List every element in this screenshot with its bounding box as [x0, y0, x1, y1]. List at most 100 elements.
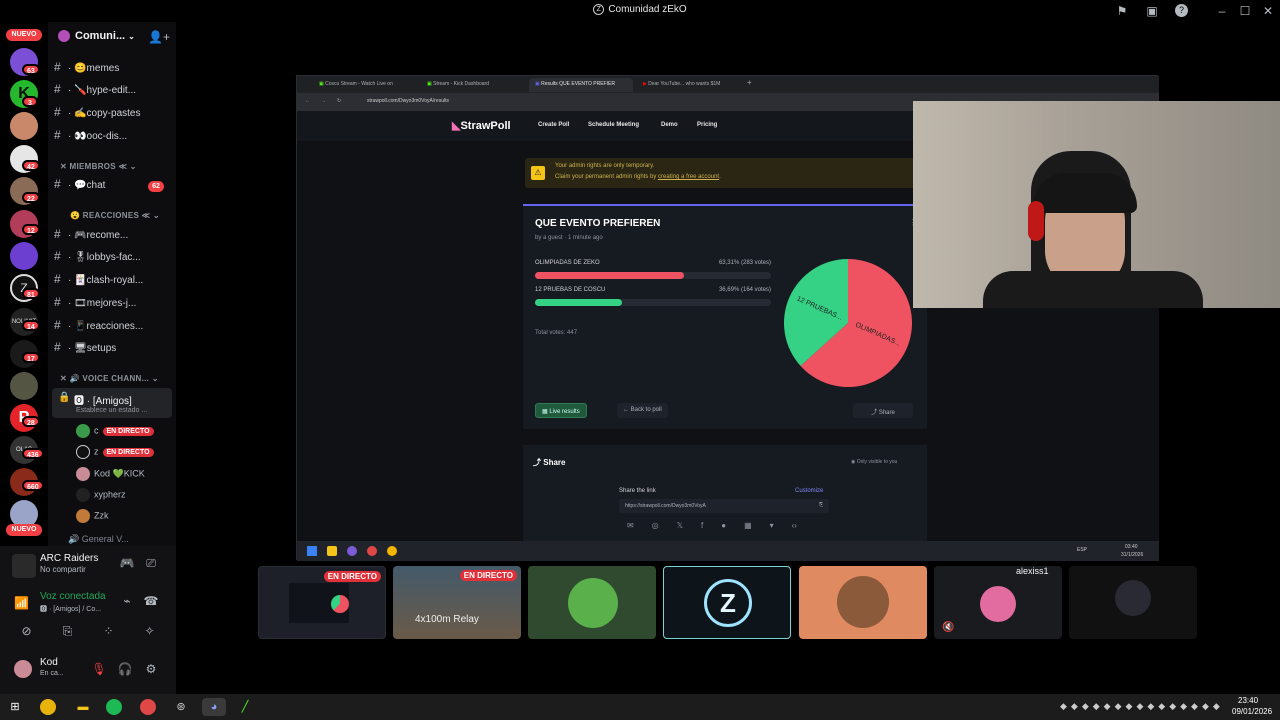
embed-icon[interactable]: ‹›: [792, 521, 797, 530]
webcam-overlay: [913, 101, 1280, 308]
voice-controls: ⊘ ⎘ ⁘ ✧: [6, 620, 170, 642]
noise-suppression-icon[interactable]: ⌁: [118, 592, 136, 610]
server-icon[interactable]: [10, 372, 38, 400]
close-icon[interactable]: ✕: [1260, 3, 1276, 19]
voice-user[interactable]: c EN DIRECTO: [76, 424, 154, 442]
channel-item[interactable]: # · 📱reacciones...: [54, 318, 170, 338]
mute-icon[interactable]: 🎙: [90, 660, 108, 678]
share-link-field[interactable]: https://strawpoll.com/Dwyo3m0VoyA ⎘: [619, 499, 829, 513]
kick-icon[interactable]: ╱: [236, 698, 254, 716]
live-results-button[interactable]: ▦ Live results: [535, 403, 587, 418]
nav-create-poll[interactable]: Create Poll: [538, 122, 569, 128]
folder-icon: [327, 546, 337, 556]
qr-code-icon[interactable]: ▦: [744, 521, 752, 530]
option-result: 63,31% (283 votes): [718, 260, 771, 266]
browser-tab[interactable]: ▣ Stream - Kick Dashboard: [421, 78, 525, 92]
category-reactions[interactable]: 😮 REACCIONES ≪ ⌄: [70, 211, 160, 220]
server-badge: 17: [22, 352, 40, 363]
voice-user[interactable]: Zzk: [76, 509, 109, 527]
nav-pricing[interactable]: Pricing: [697, 122, 717, 128]
server-header[interactable]: Comuni... ⌄: [58, 30, 135, 43]
camera-off-icon[interactable]: ⊘: [18, 622, 36, 640]
hashtag-icon: #: [54, 177, 61, 191]
new-tab-icon[interactable]: +: [747, 78, 752, 87]
facebook-icon[interactable]: f: [701, 521, 703, 530]
headphones-icon[interactable]: 🎧: [116, 660, 134, 678]
soundboard-icon[interactable]: ✧: [141, 622, 159, 640]
voice-channel[interactable]: 🔒 🅾 · [Amigos] Establece un estado ...: [52, 388, 172, 418]
create-account-link[interactable]: creating a free account: [658, 174, 719, 180]
share-options: ✉ ◎ 𝕏 f ● ▦ ▾ ‹›: [627, 521, 797, 530]
channel-item[interactable]: # · 🎖lobbys-fac...: [54, 249, 170, 269]
hashtag-icon: #: [54, 128, 61, 142]
app-icon[interactable]: ⊛: [172, 698, 190, 716]
help-icon[interactable]: ?: [1175, 4, 1188, 17]
nav-schedule-meeting[interactable]: Schedule Meeting: [588, 122, 639, 128]
screen-icon[interactable]: ▣: [1144, 3, 1160, 19]
channel-item[interactable]: # · 😊memes: [54, 60, 170, 80]
disconnect-icon[interactable]: ☎: [142, 592, 160, 610]
voice-user[interactable]: z EN DIRECTO: [76, 445, 154, 463]
chevron-down-icon: ⌄: [128, 32, 135, 41]
participant-thumb[interactable]: [799, 566, 927, 639]
twitter-icon[interactable]: 𝕏: [677, 521, 683, 530]
participant-thumb[interactable]: [1069, 566, 1197, 639]
server-icon[interactable]: [10, 112, 38, 140]
channel-item[interactable]: # · 🎞mejores-j...: [54, 295, 170, 315]
file-explorer-icon[interactable]: ▬: [74, 698, 92, 716]
browser-tab[interactable]: ▶ Dear YouTube... who wants $1M: [637, 78, 741, 92]
minimize-icon[interactable]: –: [1214, 3, 1230, 19]
nav-demo[interactable]: Demo: [661, 122, 678, 128]
strawpoll-logo[interactable]: ◣StrawPoll: [452, 119, 511, 132]
server-icon[interactable]: [10, 242, 38, 270]
back-to-poll-button[interactable]: ← Back to poll: [617, 403, 668, 418]
stream-thumb[interactable]: EN DIRECTO 4x100m Relay: [393, 566, 521, 639]
stream-thumb[interactable]: EN DIRECTO: [258, 566, 386, 639]
channel-item[interactable]: # · 🎮recome...: [54, 227, 170, 247]
chrome-icon[interactable]: [140, 699, 156, 715]
participant-thumb[interactable]: [528, 566, 656, 639]
channel-item[interactable]: # · 🃏clash-royal...: [54, 272, 170, 292]
back-icon[interactable]: ←: [305, 98, 310, 104]
voice-channel-sub[interactable]: 🅾 · [Amigos] / Co...: [40, 604, 101, 614]
screen-share-icon[interactable]: ⎚: [142, 554, 160, 572]
username[interactable]: Kod: [40, 657, 58, 668]
system-tray-icons[interactable]: ◆◆◆◆◆◆◆◆◆◆◆◆◆◆◆: [1060, 701, 1224, 712]
reddit-icon[interactable]: ●: [721, 521, 726, 530]
browser-tab-active[interactable]: ▣ Results QUE EVENTO PREFIER: [529, 78, 633, 92]
chrome-icon[interactable]: [40, 699, 56, 715]
voice-user[interactable]: xypherz: [76, 488, 126, 506]
user-avatar[interactable]: [14, 660, 32, 678]
channel-item[interactable]: # · 👀ooc-dis...: [54, 128, 170, 148]
whatsapp-icon[interactable]: ◎: [652, 521, 659, 530]
channel-item[interactable]: # · 🪛hype-edit...: [54, 82, 170, 102]
settings-icon[interactable]: ⚙: [142, 660, 160, 678]
spotify-icon[interactable]: [106, 699, 122, 715]
copy-icon[interactable]: ⎘: [819, 502, 823, 508]
voice-user[interactable]: Kod 💚KICK: [76, 467, 145, 485]
maximize-icon[interactable]: ☐: [1237, 3, 1253, 19]
stream-icon[interactable]: ⎘: [59, 622, 77, 640]
category-members[interactable]: ✕ MIEMBROS ≪ ⌄: [60, 162, 137, 171]
participant-thumb[interactable]: alexiss1 🔇: [934, 566, 1062, 639]
reload-icon[interactable]: ↻: [337, 98, 341, 104]
channel-item[interactable]: # · ✍️copy-pastes: [54, 105, 170, 125]
discord-icon[interactable]: ◕: [202, 698, 226, 716]
option-label: OLIMPIADAS DE ZEKO: [535, 260, 600, 266]
customize-link[interactable]: Customize: [795, 488, 823, 494]
url-text[interactable]: strawpoll.com/Dwyo3m0VoyA/results: [367, 98, 449, 104]
browser-tab[interactable]: ▣ Coscu Stream - Watch Live on: [313, 78, 417, 92]
participant-thumb[interactable]: Z: [663, 566, 791, 639]
forward-icon[interactable]: →: [321, 98, 326, 104]
inbox-icon[interactable]: ⚑: [1114, 3, 1130, 19]
controller-icon[interactable]: 🎮: [118, 554, 136, 572]
email-icon[interactable]: ✉: [627, 521, 634, 530]
category-voice[interactable]: ✕ 🔊 VOICE CHANN... ⌄: [60, 374, 159, 383]
windows-start-icon[interactable]: ⊞: [6, 698, 24, 716]
pocket-icon[interactable]: ▾: [770, 521, 774, 530]
channel-item[interactable]: # · 🖥setups: [54, 340, 170, 360]
activities-icon[interactable]: ⁘: [100, 622, 118, 640]
add-member-icon[interactable]: 👤+: [148, 30, 170, 44]
voice-connected[interactable]: Voz conectada: [40, 591, 106, 602]
share-button[interactable]: ⤴ Share: [853, 403, 913, 418]
